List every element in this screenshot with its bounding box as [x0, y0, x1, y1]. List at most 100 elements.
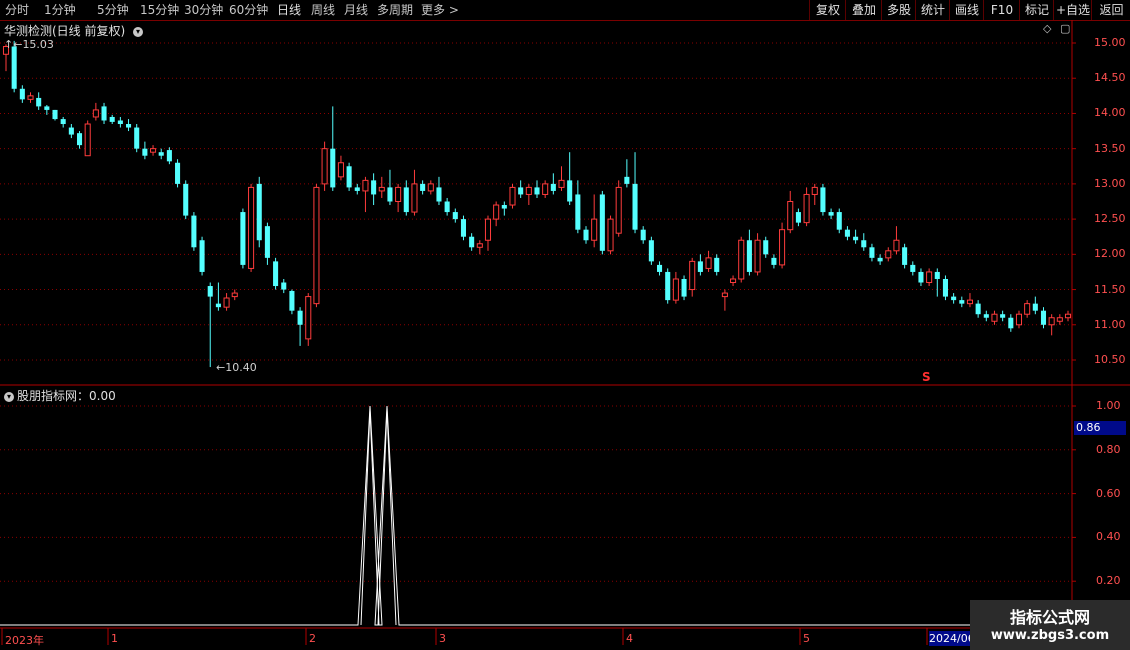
- candle-body-down: [101, 106, 107, 121]
- candle-body-down: [44, 106, 50, 110]
- indicator-tick-label: 0.40: [1096, 530, 1121, 544]
- square-icon[interactable]: ▢: [1060, 22, 1070, 35]
- kline-chart[interactable]: [0, 0, 1130, 650]
- candle-body-up: [811, 186, 818, 195]
- candle-body-down: [1040, 310, 1047, 325]
- chevron-down-icon[interactable]: ▾: [4, 391, 14, 402]
- candle-body-down: [1000, 314, 1006, 318]
- high-price-label: ↑←15.03: [4, 38, 54, 51]
- date-label-apr: 4: [626, 632, 633, 645]
- candle-body-down: [19, 88, 25, 100]
- candle-body-up: [305, 296, 312, 340]
- candle-body-down: [126, 124, 132, 128]
- candle-body-down: [697, 261, 703, 272]
- watermark-url: www.zbgs3.com: [990, 628, 1110, 643]
- price-tick-label: 14.50: [1094, 71, 1126, 85]
- candle-body-down: [11, 46, 17, 89]
- candle-body-down: [648, 240, 654, 262]
- candle-body-up: [313, 186, 320, 305]
- candle-body-down: [959, 300, 965, 304]
- candle-body-up: [754, 239, 761, 273]
- candle-body-down: [297, 310, 303, 325]
- candle-body-up: [672, 278, 679, 301]
- candle-body-down: [869, 247, 875, 258]
- candle-body-down: [657, 264, 663, 272]
- candle-body-down: [387, 187, 393, 202]
- candle-body-down: [828, 212, 834, 216]
- candle-body-up: [476, 243, 483, 248]
- candle-body-down: [469, 236, 475, 248]
- candle-body-down: [199, 240, 205, 272]
- candle-body-down: [207, 286, 213, 297]
- candle-body-up: [542, 183, 549, 195]
- candle-body-down: [534, 187, 540, 195]
- candle-body-down: [599, 194, 605, 251]
- date-label-mar: 3: [439, 632, 446, 645]
- date-label-feb: 2: [309, 632, 316, 645]
- price-tick-label: 14.00: [1094, 106, 1126, 120]
- indicator-tick-label: 0.80: [1096, 442, 1121, 456]
- high-price-value: 15.03: [22, 38, 54, 51]
- candle-body-up: [926, 271, 933, 284]
- candle-body-down: [76, 133, 83, 146]
- candle-body-down: [420, 183, 426, 191]
- candle-body-down: [452, 212, 458, 220]
- candle-body-up: [427, 183, 434, 192]
- candle-body-up: [378, 186, 385, 192]
- candle-body-up: [779, 229, 786, 266]
- indicator-current-value: 0.86: [1074, 421, 1126, 435]
- candle-body-up: [337, 162, 344, 178]
- candle-body-up: [803, 193, 810, 224]
- candle-body-up: [1015, 313, 1023, 326]
- candle-body-up: [885, 250, 892, 259]
- candle-body-down: [460, 219, 467, 237]
- candle-body-up: [525, 186, 532, 195]
- candle-body-down: [844, 229, 850, 237]
- indicator-name: 股朋指标网：0.00: [17, 389, 116, 403]
- candle-body-down: [117, 120, 123, 125]
- candle-body-up: [787, 201, 794, 231]
- candle-body-down: [771, 257, 777, 265]
- watermark-logo: 指标公式网 www.zbgs3.com: [970, 600, 1130, 650]
- candle-body-up: [705, 257, 712, 269]
- candle-body-down: [264, 226, 270, 258]
- candle-body-down: [853, 236, 859, 241]
- candle-body-up: [92, 109, 99, 118]
- candle-body-down: [518, 187, 524, 195]
- candle-body-down: [567, 180, 573, 202]
- candle-body-down: [215, 303, 221, 308]
- candle-body-down: [861, 240, 867, 248]
- indicator-title: ▾ 股朋指标网：0.00: [4, 387, 116, 404]
- price-tick-label: 11.50: [1094, 282, 1126, 296]
- indicator-tick-label: 0.60: [1096, 486, 1121, 500]
- candle-body-down: [158, 152, 164, 156]
- price-tick-label: 13.00: [1094, 176, 1126, 190]
- candle-body-up: [893, 239, 900, 252]
- candle-body-down: [36, 97, 42, 107]
- indicator-line: [0, 405, 1072, 626]
- candle-body-down: [175, 162, 181, 184]
- chevron-down-icon[interactable]: ▾: [133, 26, 144, 37]
- candle-body-up: [509, 186, 516, 206]
- candle-body-down: [501, 205, 507, 209]
- candle-body-down: [166, 150, 172, 162]
- candle-body-up: [558, 179, 565, 188]
- date-label-year: 2023年: [5, 634, 44, 647]
- candle-body-down: [681, 278, 687, 297]
- watermark-title: 指标公式网: [1009, 608, 1090, 627]
- candle-body-down: [1008, 317, 1014, 329]
- price-tick-label: 10.50: [1094, 353, 1126, 366]
- diamond-icon[interactable]: ◇: [1043, 22, 1051, 35]
- candle-body-down: [52, 109, 58, 120]
- candle-body-down: [191, 215, 197, 248]
- candle-body-down: [942, 278, 948, 297]
- candle-body-down: [444, 201, 450, 213]
- candle-body-down: [820, 187, 826, 213]
- candle-body-up: [966, 299, 974, 305]
- candle-body-up: [615, 186, 622, 234]
- candle-body-down: [951, 296, 957, 301]
- candle-body-up: [411, 183, 418, 213]
- candle-body-down: [436, 187, 442, 202]
- candle-body-down: [575, 194, 581, 230]
- current-date-box: 2024/06: [929, 631, 973, 646]
